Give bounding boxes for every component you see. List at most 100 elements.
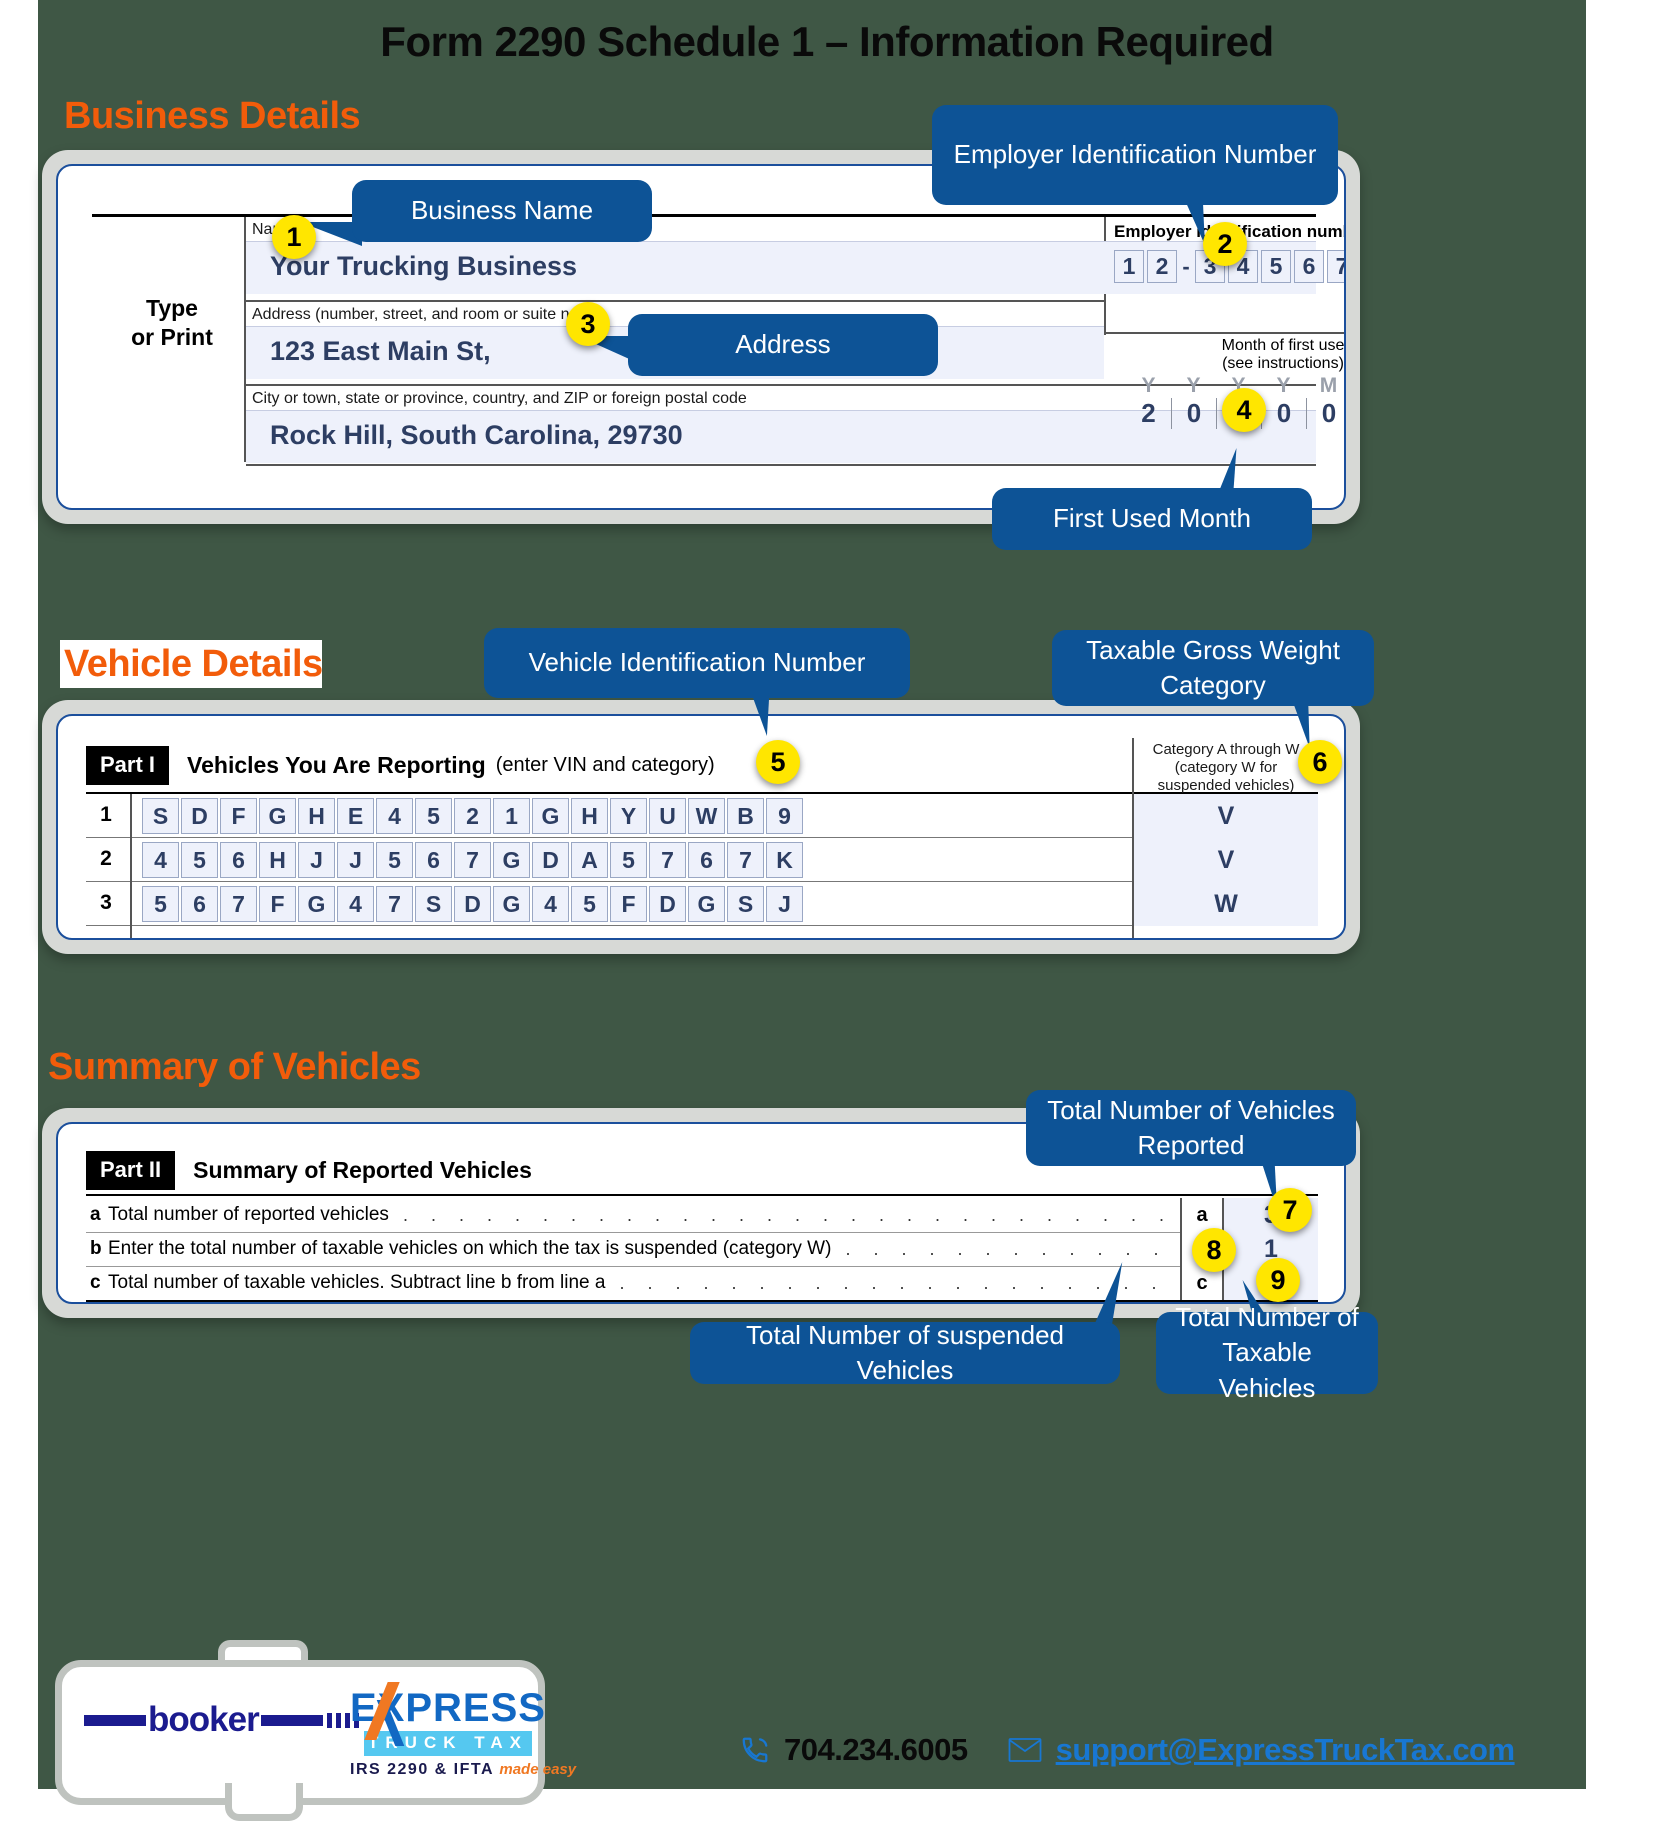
ein-digit[interactable]: 5 <box>1261 250 1291 283</box>
vin-character[interactable]: J <box>766 886 803 922</box>
row-divider <box>130 926 132 938</box>
booker-logo-tick <box>326 1712 332 1728</box>
vin-character[interactable]: 5 <box>571 886 608 922</box>
ein-digit[interactable]: 7 <box>1327 250 1344 283</box>
vin-character[interactable]: 4 <box>532 886 569 922</box>
badge-3: 3 <box>566 302 610 346</box>
vin-character[interactable]: G <box>493 886 530 922</box>
vin-category-value[interactable]: V <box>1132 794 1318 838</box>
vin-character[interactable]: K <box>766 842 803 878</box>
month-digit[interactable]: 2 <box>1126 398 1171 429</box>
vin-character[interactable]: F <box>610 886 647 922</box>
vin-character[interactable]: G <box>298 886 335 922</box>
vin-character[interactable]: 4 <box>337 886 374 922</box>
vin-character[interactable]: F <box>220 798 257 834</box>
vin-character[interactable]: 6 <box>181 886 218 922</box>
ein-digit[interactable]: 6 <box>1294 250 1324 283</box>
phone-number[interactable]: 704.234.6005 <box>784 1732 968 1768</box>
truck-tax-band: TRUCK TAX <box>364 1731 532 1756</box>
summary-row-a: a Total number of reported vehicles . . … <box>86 1198 1318 1232</box>
type-or-print-label: Type or Print <box>112 294 232 352</box>
booker-logo-bar-left <box>84 1714 146 1726</box>
vin-character[interactable]: 6 <box>220 842 257 878</box>
express-logo-wordmark: EXPRESS <box>350 1682 576 1746</box>
vin-character[interactable]: H <box>571 798 608 834</box>
vin-character[interactable]: D <box>649 886 686 922</box>
badge-4: 4 <box>1222 388 1266 432</box>
row-divider <box>130 838 132 882</box>
vin-character[interactable]: 5 <box>415 798 452 834</box>
vin-character[interactable]: 2 <box>454 798 491 834</box>
vin-character[interactable]: F <box>259 886 296 922</box>
category-column-header: Category A through W (category W for sus… <box>1132 738 1318 794</box>
booker-logo: booker <box>84 1700 359 1740</box>
vin-character[interactable]: 4 <box>142 842 179 878</box>
vin-character[interactable]: H <box>259 842 296 878</box>
vin-character[interactable]: 7 <box>649 842 686 878</box>
vin-character[interactable]: G <box>493 842 530 878</box>
row-divider <box>130 882 132 926</box>
vin-row-number: 2 <box>100 847 112 870</box>
vin-character[interactable]: S <box>727 886 764 922</box>
vin-character[interactable]: W <box>688 798 725 834</box>
badge-5: 5 <box>756 740 800 784</box>
vin-character[interactable]: U <box>649 798 686 834</box>
category-header-line2: (category W for <box>1174 759 1278 776</box>
express-truck-tax-logo: EXPRESS TRUCK TAX IRS 2290 & IFTA made e… <box>350 1682 576 1779</box>
vin-character[interactable]: 7 <box>220 886 257 922</box>
vin-character[interactable]: S <box>142 798 179 834</box>
vin-character[interactable]: S <box>415 886 452 922</box>
month-digit[interactable]: 0 <box>1171 397 1216 429</box>
vin-character[interactable]: 1 <box>493 798 530 834</box>
vin-character[interactable]: 5 <box>376 842 413 878</box>
vin-character[interactable]: D <box>181 798 218 834</box>
badge-2: 2 <box>1203 222 1247 266</box>
month-digit[interactable]: 0 <box>1306 397 1344 429</box>
vin-character-boxes[interactable]: SDFGHE4521GHYUWB9 <box>142 798 803 834</box>
vin-character[interactable]: 7 <box>454 842 491 878</box>
month-digit[interactable]: 0 <box>1261 397 1306 429</box>
email-icon <box>1008 1737 1042 1763</box>
vin-character[interactable]: J <box>337 842 374 878</box>
vin-character[interactable]: G <box>688 886 725 922</box>
vin-character[interactable]: 6 <box>415 842 452 878</box>
vin-character[interactable]: B <box>727 798 764 834</box>
vin-character[interactable]: 6 <box>688 842 725 878</box>
vin-character[interactable]: 5 <box>610 842 647 878</box>
vin-character[interactable]: G <box>259 798 296 834</box>
vin-character[interactable]: G <box>532 798 569 834</box>
category-header-line1: Category A through W <box>1152 741 1300 758</box>
vin-category-value[interactable]: V <box>1132 838 1318 882</box>
vin-character[interactable]: 7 <box>376 886 413 922</box>
vin-character[interactable]: 5 <box>181 842 218 878</box>
vin-character[interactable]: D <box>532 842 569 878</box>
ein-digit[interactable]: 1 <box>1114 250 1144 283</box>
callout-business-name: Business Name <box>352 180 652 242</box>
table-row[interactable]: 1 SDFGHE4521GHYUWB9 V <box>86 794 1318 838</box>
vin-character[interactable]: H <box>298 798 335 834</box>
ein-digit[interactable]: 2 <box>1147 250 1177 283</box>
tagline-main: IRS 2290 & IFTA <box>350 1761 494 1778</box>
vin-character[interactable]: J <box>298 842 335 878</box>
part-1-tag: Part I <box>86 745 170 785</box>
month-letter: Y <box>1141 373 1156 397</box>
callout-weight-category: Taxable Gross Weight Category <box>1052 630 1374 706</box>
support-email-link[interactable]: support@ExpressTruckTax.com <box>1056 1732 1515 1768</box>
vin-character[interactable]: A <box>571 842 608 878</box>
vin-character-boxes[interactable]: 456HJJ567GDA5767K <box>142 842 803 878</box>
vin-category-value[interactable]: W <box>1132 882 1318 926</box>
vin-character[interactable]: Y <box>610 798 647 834</box>
badge-9: 9 <box>1256 1258 1300 1302</box>
vin-character[interactable]: 7 <box>727 842 764 878</box>
vehicle-details-card-inner: Part I Vehicles You Are Reporting (enter… <box>56 714 1346 940</box>
vin-character-boxes[interactable]: 567FG47SDG45FDGSJ <box>142 886 803 922</box>
table-row[interactable]: 3 567FG47SDG45FDGSJ W <box>86 882 1318 926</box>
vin-character[interactable]: 4 <box>376 798 413 834</box>
vin-character[interactable]: D <box>454 886 491 922</box>
vin-character[interactable]: 5 <box>142 886 179 922</box>
vin-character[interactable]: E <box>337 798 374 834</box>
contact-info: 704.234.6005 support@ExpressTruckTax.com <box>740 1732 1515 1768</box>
table-row[interactable]: 2 456HJJ567GDA5767K V <box>86 838 1318 882</box>
vin-character[interactable]: 9 <box>766 798 803 834</box>
month-letter: Y <box>1276 373 1291 397</box>
